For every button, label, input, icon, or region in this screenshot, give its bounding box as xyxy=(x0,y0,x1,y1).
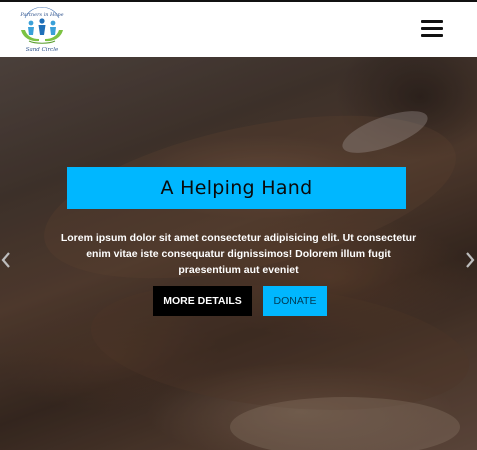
navbar: Partners in Hope Sand Circle xyxy=(0,2,477,57)
hero-title-box: A Helping Hand xyxy=(67,167,406,209)
carousel-next-button[interactable] xyxy=(464,250,476,270)
hamburger-icon[interactable] xyxy=(421,20,443,38)
logo-line1: Partners in Hope xyxy=(19,12,63,18)
hero-title: A Helping Hand xyxy=(160,177,313,199)
logo-line2: Sand Circle xyxy=(26,47,59,53)
hamburger-bar-bottom xyxy=(421,34,443,37)
hero-description: Lorem ipsum dolor sit amet consectetur a… xyxy=(60,232,417,276)
people-in-hands-logo-icon: Partners in Hope Sand Circle xyxy=(19,7,64,53)
donate-button[interactable]: DONATE xyxy=(263,286,327,316)
hamburger-bar-top xyxy=(421,20,443,23)
chevron-right-icon xyxy=(466,252,475,268)
carousel-prev-button[interactable] xyxy=(0,250,12,270)
more-details-button[interactable]: MORE DETAILS xyxy=(153,286,252,316)
hamburger-bar-middle xyxy=(421,27,443,30)
hero-carousel: A Helping Hand Lorem ipsum dolor sit ame… xyxy=(0,57,477,450)
chevron-left-icon xyxy=(1,252,10,268)
site-logo[interactable]: Partners in Hope Sand Circle xyxy=(17,6,67,54)
